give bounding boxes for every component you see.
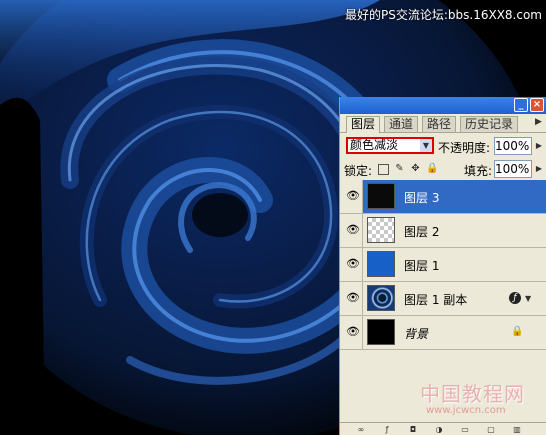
fill-label: 填充: <box>464 164 493 178</box>
visibility-toggle[interactable]: 👁 <box>340 316 363 349</box>
layer-thumbnail <box>367 217 395 243</box>
opacity-field[interactable]: 100% <box>494 137 532 155</box>
eye-icon[interactable]: 👁 <box>346 190 360 201</box>
palette-bottom-toolbar: ∞ ƒ ◘ ◑ ▭ ▢ ▥ <box>340 422 546 435</box>
new-layer-icon[interactable]: ▢ <box>486 425 496 434</box>
layers-list: 👁 图层 3 👁 图层 2 👁 图层 1 👁 图层 1 副本 ƒ ▼ 👁 背景 … <box>340 180 546 350</box>
visibility-toggle[interactable]: 👁 <box>340 180 363 213</box>
blend-row: 颜色减淡 ▼ 不透明度: 100% ▶ <box>340 133 546 157</box>
site-watermark-url: www.jcwcn.com <box>426 405 506 416</box>
tab-history[interactable]: 历史记录 <box>460 116 519 132</box>
add-mask-icon[interactable]: ◘ <box>408 425 418 434</box>
layer-row-background[interactable]: 👁 背景 🔒 <box>340 316 546 350</box>
opacity-slider-arrow-icon[interactable]: ▶ <box>534 138 544 154</box>
visibility-toggle[interactable]: 👁 <box>340 282 363 315</box>
layer-row-1-copy[interactable]: 👁 图层 1 副本 ƒ ▼ <box>340 282 546 316</box>
fill-slider-arrow-icon[interactable]: ▶ <box>534 161 544 177</box>
minimize-icon[interactable]: _ <box>514 98 528 112</box>
lock-label: 锁定: <box>344 164 373 178</box>
layer-thumbnail <box>367 319 395 345</box>
tab-paths[interactable]: 路径 <box>422 116 457 132</box>
blend-mode-value: 颜色减淡 <box>350 138 399 152</box>
layer-row-3[interactable]: 👁 图层 3 <box>340 180 546 214</box>
palette-menu-arrow-icon[interactable]: ▶ <box>533 117 544 128</box>
layer-row-1[interactable]: 👁 图层 1 <box>340 248 546 282</box>
eye-icon[interactable]: 👁 <box>346 224 360 235</box>
lock-move-icon[interactable]: ✥ <box>410 163 421 174</box>
lock-all-icon[interactable]: 🔒 <box>426 163 438 174</box>
visibility-toggle[interactable]: 👁 <box>340 214 363 247</box>
tab-layers[interactable]: 图层 <box>346 116 381 133</box>
palette-tabs: 图层 通道 路径 历史记录 ▶ <box>340 114 546 133</box>
opacity-label: 不透明度: <box>438 141 491 155</box>
fill-field[interactable]: 100% <box>494 160 532 178</box>
close-icon[interactable]: × <box>530 98 544 112</box>
adjustment-layer-icon[interactable]: ◑ <box>434 425 444 434</box>
layer-thumbnail <box>367 183 395 209</box>
site-watermark-title: 中国教程网 <box>420 382 525 406</box>
forum-watermark: 最好的PS交流论坛:bbs.16XX8.com <box>345 8 542 22</box>
eye-icon[interactable]: 👁 <box>346 292 360 303</box>
layer-name: 图层 1 副本 <box>404 293 468 307</box>
site-watermark: 中国教程网 www.jcwcn.com <box>420 378 525 416</box>
layer-thumbnail <box>367 285 395 311</box>
chevron-down-icon[interactable]: ▼ <box>420 139 432 152</box>
add-style-icon[interactable]: ƒ <box>382 425 392 434</box>
lock-transparency-icon[interactable] <box>378 164 389 175</box>
layer-name: 背景 <box>404 327 429 341</box>
lock-paint-brush-icon[interactable]: ✎ <box>394 163 405 174</box>
visibility-toggle[interactable]: 👁 <box>340 248 363 281</box>
eye-icon[interactable]: 👁 <box>346 326 360 337</box>
expand-effects-arrow-icon[interactable]: ▼ <box>525 294 531 303</box>
fx-icon[interactable]: ƒ <box>509 292 521 304</box>
tab-channels[interactable]: 通道 <box>384 116 419 132</box>
new-group-icon[interactable]: ▭ <box>460 425 470 434</box>
layer-thumbnail <box>367 251 395 277</box>
lock-row: 锁定: ✎ ✥ 🔒 填充: 100% ▶ <box>340 157 546 182</box>
layer-row-2[interactable]: 👁 图层 2 <box>340 214 546 248</box>
layer-name: 图层 2 <box>404 225 440 239</box>
lock-icon: 🔒 <box>511 326 524 337</box>
layer-name: 图层 1 <box>404 259 440 273</box>
blend-mode-select[interactable]: 颜色减淡 ▼ <box>346 137 434 154</box>
palette-titlebar[interactable]: _ × <box>340 97 546 114</box>
eye-icon[interactable]: 👁 <box>346 258 360 269</box>
layer-name: 图层 3 <box>404 191 440 205</box>
trash-icon[interactable]: ▥ <box>512 425 522 434</box>
link-layers-icon[interactable]: ∞ <box>356 425 366 434</box>
